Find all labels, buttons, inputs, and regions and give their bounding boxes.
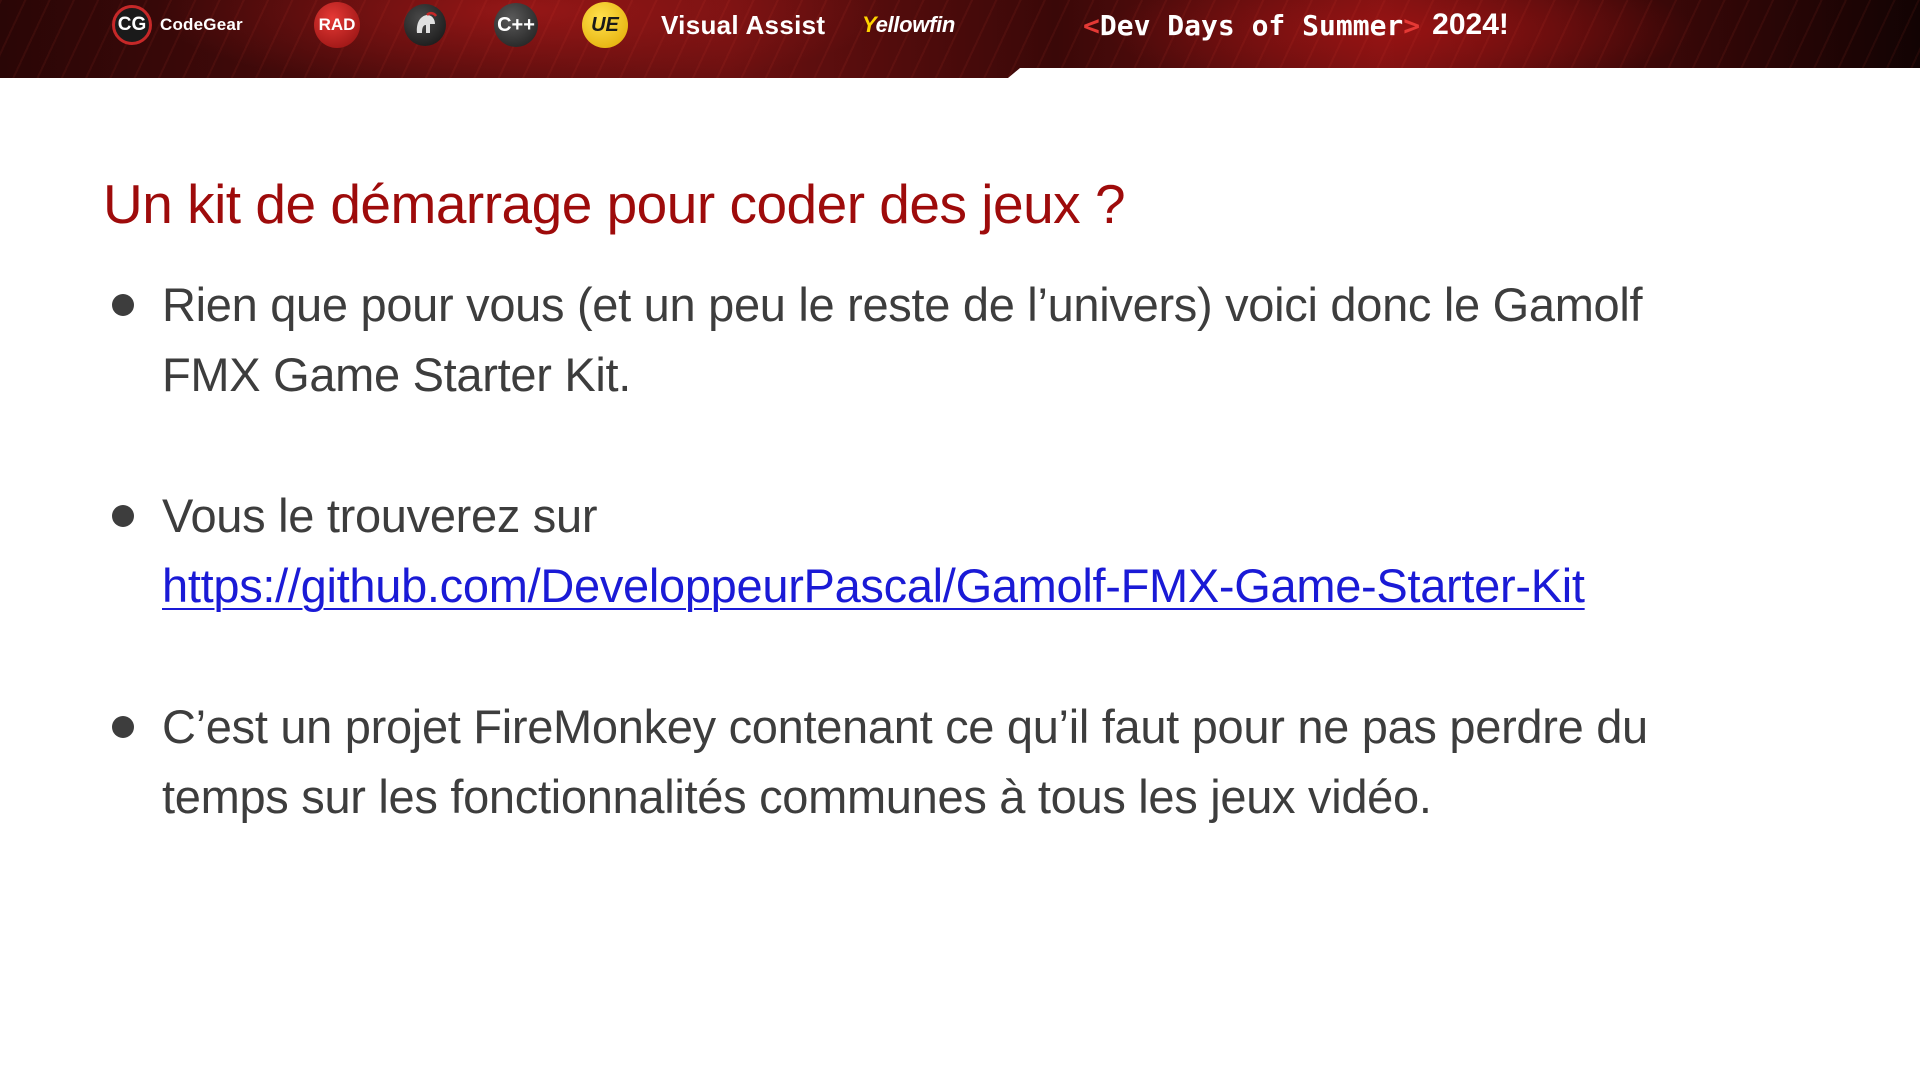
- cpp-logo: C++: [494, 0, 538, 50]
- event-year: 2024!: [1432, 8, 1509, 41]
- bullet-list: Rien que pour vous (et un peu le reste d…: [110, 270, 1850, 832]
- yellowfin-logo: Yellowfin: [862, 0, 955, 50]
- spartan-helmet-icon: [404, 4, 446, 46]
- codegear-label: CodeGear: [160, 15, 243, 34]
- bullet-line: temps sur les fonctionnalités communes à…: [162, 770, 1432, 823]
- slide-title: Un kit de démarrage pour coder des jeux …: [103, 173, 1126, 235]
- bullet-dot-icon: [112, 716, 134, 738]
- yellowfin-initial: Y: [862, 12, 876, 37]
- header-banner: [0, 0, 1920, 78]
- visual-assist-logo: Visual Assist: [661, 0, 825, 50]
- ue-logo-icon: UE: [582, 2, 628, 48]
- bullet-dot-icon: [112, 294, 134, 316]
- spartan-helmet-logo: [404, 0, 446, 50]
- rad-logo: RAD: [314, 0, 360, 50]
- bullet-line: FMX Game Starter Kit.: [162, 348, 632, 401]
- github-repo-link[interactable]: https://github.com/DeveloppeurPascal/Gam…: [162, 551, 1850, 621]
- yellowfin-label: Yellowfin: [862, 12, 955, 38]
- cpp-logo-icon: C++: [494, 3, 538, 47]
- codegear-logo: CG CodeGear: [112, 0, 243, 50]
- event-close-bracket: >: [1403, 8, 1421, 42]
- yellowfin-rest: ellowfin: [875, 12, 956, 37]
- event-open-bracket: <: [1083, 8, 1100, 42]
- codegear-logo-icon: CG: [112, 5, 152, 45]
- visual-assist-label: Visual Assist: [661, 9, 826, 40]
- bullet-item: Vous le trouverez sur https://github.com…: [110, 481, 1850, 621]
- bullet-dot-icon: [112, 505, 134, 527]
- rad-logo-icon: RAD: [314, 2, 360, 48]
- bullet-line: Rien que pour vous (et un peu le reste d…: [162, 278, 1643, 331]
- event-title: < Dev Days of Summer >2024!: [1083, 0, 1509, 50]
- bullet-line: C’est un projet FireMonkey contenant ce …: [162, 700, 1648, 753]
- bullet-item: C’est un projet FireMonkey contenant ce …: [110, 692, 1850, 832]
- event-name: Dev Days of Summer: [1099, 8, 1404, 42]
- ue-logo: UE: [582, 0, 628, 50]
- bullet-line: Vous le trouverez sur: [162, 489, 598, 542]
- bullet-item: Rien que pour vous (et un peu le reste d…: [110, 270, 1850, 410]
